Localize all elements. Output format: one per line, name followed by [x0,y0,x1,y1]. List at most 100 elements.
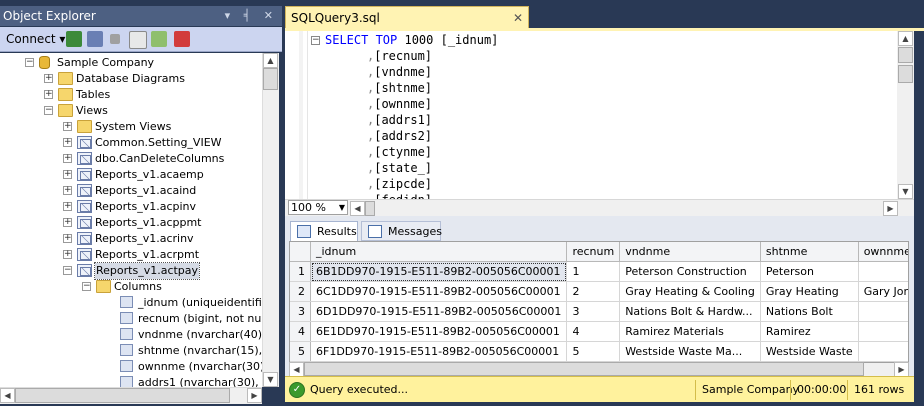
expand-icon[interactable]: + [63,154,72,163]
tab-sqlquery3[interactable]: SQLQuery3.sql ✕ [285,6,529,28]
column-header[interactable]: _idnum [310,242,568,262]
disconnect-icon[interactable] [87,31,103,47]
tree-node[interactable]: addrs1 (nvarchar(30), not [0,375,262,387]
table-cell[interactable]: 4 [566,321,621,342]
filter-icon[interactable] [129,31,147,49]
collapse-icon[interactable]: − [44,106,53,115]
tree-node[interactable]: − Views [0,103,262,119]
tree-node[interactable]: + Reports_v1.acaemp [0,167,262,183]
scroll-thumb[interactable] [304,362,864,376]
table-cell[interactable]: Nations Bolt [760,301,859,322]
table-cell[interactable]: 6C1DD970-1915-E511-89B2-005056C00001 [310,281,568,302]
expand-icon[interactable]: + [63,122,72,131]
collapse-icon[interactable]: − [25,58,34,67]
tree-node[interactable]: − Sample Company [0,55,262,71]
row-number[interactable]: 5 [290,341,311,362]
scroll-down-icon[interactable]: ▼ [263,372,278,387]
editor-vertical-scrollbar[interactable]: ▲ ▼ [897,31,914,199]
close-icon[interactable]: ✕ [513,7,523,29]
expand-icon[interactable]: + [63,202,72,211]
scroll-right-icon[interactable]: ▶ [883,201,898,216]
tree-node[interactable]: _idnum (uniqueidentifier, n [0,295,262,311]
table-cell[interactable]: 2 [566,281,621,302]
scroll-down-icon[interactable]: ▼ [898,184,913,199]
row-number[interactable]: 1 [290,261,311,282]
table-cell[interactable]: Peterson [760,261,859,282]
sql-editor[interactable]: − SELECT TOP 1000 [_idnum] ,[recnum] ,[vnd… [285,31,897,199]
tree-node[interactable]: + Tables [0,87,262,103]
scroll-right-icon[interactable]: ▶ [247,388,262,403]
row-number[interactable]: 4 [290,321,311,342]
table-cell[interactable]: 6B1DD970-1915-E511-89B2-005056C00001 [310,261,568,282]
collapse-icon[interactable]: − [82,282,91,291]
refresh-icon[interactable] [151,31,167,47]
column-header[interactable]: shtnme [760,242,859,262]
tree-node[interactable]: recnum (bigint, not null) [0,311,262,327]
connect-icon[interactable] [66,31,82,47]
table-row[interactable]: 5 6F1DD970-1915-E511-89B2-005056C00001 5 We… [290,341,908,362]
table-cell[interactable]: 6F1DD970-1915-E511-89B2-005056C00001 [310,341,568,362]
table-row[interactable]: 2 6C1DD970-1915-E511-89B2-005056C00001 2 Gr… [290,281,908,302]
tree-node[interactable]: − Columns [0,279,262,295]
scroll-up-icon[interactable]: ▲ [263,53,278,68]
scroll-thumb[interactable] [898,65,913,83]
tree-node[interactable]: + Reports_v1.acpinv [0,199,262,215]
table-cell[interactable]: 5 [566,341,621,362]
tab-messages[interactable]: Messages [361,221,442,241]
scroll-left-icon[interactable]: ◀ [0,388,15,403]
stop-icon[interactable] [110,34,120,44]
table-cell[interactable]: Westside Waste [760,341,859,362]
expand-icon[interactable]: + [63,218,72,227]
table-cell[interactable]: 3 [566,301,621,322]
tree-node[interactable]: + Reports_v1.acaind [0,183,262,199]
row-number[interactable]: 3 [290,301,311,322]
tree-node[interactable]: − Reports_v1.actpay [0,262,262,280]
collapse-icon[interactable]: − [63,266,72,275]
tree-node[interactable]: + Reports_v1.acppmt [0,215,262,231]
expand-icon[interactable]: + [44,74,53,83]
scroll-right-icon[interactable]: ▶ [894,362,909,377]
tree-node[interactable]: shtnme (nvarchar(15), not [0,343,262,359]
table-row[interactable]: 3 6D1DD970-1915-E511-89B2-005056C00001 3 Na… [290,301,908,322]
column-header[interactable]: ownnme [858,242,908,262]
scroll-up-icon[interactable]: ▲ [898,31,913,46]
table-cell[interactable]: 1 [566,261,621,282]
table-cell[interactable] [858,341,908,362]
tree-node[interactable]: + Reports_v1.acrinv [0,231,262,247]
table-cell[interactable]: 6D1DD970-1915-E511-89B2-005056C00001 [310,301,568,322]
scroll-thumb[interactable] [365,201,375,216]
expand-icon[interactable]: + [63,234,72,243]
table-cell[interactable] [858,321,908,342]
tree-node[interactable]: + System Views [0,119,262,135]
table-cell[interactable]: Nations Bolt & Hardw... [619,301,761,322]
collapse-icon[interactable]: − [311,36,320,45]
expand-icon[interactable]: + [44,90,53,99]
expand-icon[interactable]: + [63,250,72,259]
results-grid[interactable]: _idnum recnum vndnme shtnme ownnme 1 6B1DD970… [289,241,909,363]
tree-node[interactable]: + Common.Setting_VIEW [0,135,262,151]
panel-window-buttons[interactable]: ▾ ╡ ✕ [225,6,278,26]
column-header[interactable]: recnum [566,242,621,262]
connect-button[interactable]: Connect ▾ [6,32,65,46]
table-cell[interactable]: 6E1DD970-1915-E511-89B2-005056C00001 [310,321,568,342]
tree-node[interactable]: vndnme (nvarchar(40), no [0,327,262,343]
tree-node[interactable]: + Database Diagrams [0,71,262,87]
scroll-left-icon[interactable]: ◀ [350,201,365,216]
expand-icon[interactable]: + [63,170,72,179]
scroll-left-icon[interactable]: ◀ [289,362,304,377]
row-number[interactable]: 2 [290,281,311,302]
expand-icon[interactable]: + [63,138,72,147]
scroll-thumb[interactable] [263,68,278,90]
table-cell[interactable]: Ramirez [760,321,859,342]
column-header[interactable]: vndnme [619,242,761,262]
table-row[interactable]: 4 6E1DD970-1915-E511-89B2-005056C00001 4 Ra… [290,321,908,342]
scroll-split-thumb[interactable] [898,47,913,63]
table-row[interactable]: 1 6B1DD970-1915-E511-89B2-005056C00001 1 Pe… [290,261,908,282]
table-cell[interactable]: Gray Heating [760,281,859,302]
expand-icon[interactable]: + [63,186,72,195]
tree-vertical-scrollbar[interactable]: ▲ ▼ [262,53,279,387]
tree-horizontal-scrollbar[interactable]: ◀ ▶ [0,387,262,404]
tree-node[interactable]: + dbo.CanDeleteColumns [0,151,262,167]
zoom-select[interactable]: 100 % ▼ [288,200,348,215]
tree-node[interactable]: + Reports_v1.acrpmt [0,247,262,263]
